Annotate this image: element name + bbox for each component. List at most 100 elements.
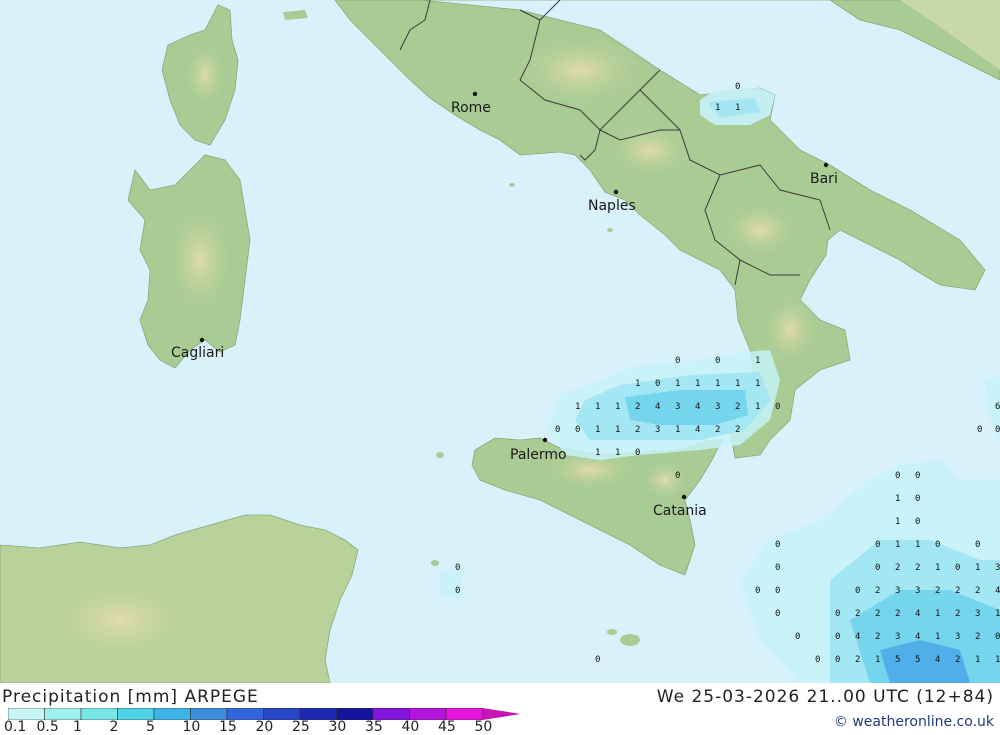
- city-label-naples: Naples: [588, 198, 636, 214]
- svg-text:4: 4: [695, 425, 700, 435]
- apennines-shade: [510, 30, 650, 110]
- map-title: Precipitation [mm] ARPEGE: [2, 687, 259, 707]
- svg-text:2: 2: [735, 425, 740, 435]
- svg-text:6: 6: [995, 402, 1000, 412]
- svg-text:1: 1: [915, 540, 920, 550]
- svg-text:3: 3: [915, 586, 920, 596]
- city-label-catania: Catania: [653, 503, 707, 519]
- svg-text:1: 1: [615, 448, 620, 458]
- svg-text:0: 0: [755, 586, 760, 596]
- svg-text:1: 1: [715, 379, 720, 389]
- svg-text:2: 2: [855, 655, 860, 665]
- svg-text:0: 0: [875, 563, 880, 573]
- svg-text:1: 1: [595, 402, 600, 412]
- svg-text:4: 4: [935, 655, 940, 665]
- city-label-palermo: Palermo: [510, 447, 567, 463]
- svg-text:0: 0: [995, 425, 1000, 435]
- svg-text:1: 1: [675, 425, 680, 435]
- svg-text:0: 0: [977, 425, 982, 435]
- svg-text:4: 4: [915, 609, 920, 619]
- svg-text:2: 2: [875, 632, 880, 642]
- svg-text:0: 0: [575, 425, 580, 435]
- svg-text:0: 0: [635, 448, 640, 458]
- svg-text:2: 2: [915, 563, 920, 573]
- svg-text:1: 1: [995, 609, 1000, 619]
- gozo: [607, 629, 617, 635]
- svg-text:1: 1: [615, 425, 620, 435]
- svg-text:1: 1: [575, 402, 580, 412]
- ustica: [436, 452, 444, 458]
- svg-text:0: 0: [715, 356, 720, 366]
- svg-text:1: 1: [895, 494, 900, 504]
- credit-link[interactable]: © weatheronline.co.uk: [834, 714, 994, 730]
- svg-text:1: 1: [755, 379, 760, 389]
- svg-text:1: 1: [895, 517, 900, 527]
- svg-text:2: 2: [715, 425, 720, 435]
- svg-text:3: 3: [655, 425, 660, 435]
- svg-text:1: 1: [755, 356, 760, 366]
- svg-text:0: 0: [995, 632, 1000, 642]
- svg-text:1: 1: [755, 402, 760, 412]
- svg-text:0: 0: [915, 494, 920, 504]
- map-datetime: We 25-03-2026 21..00 UTC (12+84): [656, 687, 994, 707]
- svg-text:2: 2: [635, 425, 640, 435]
- basilicata-shade: [720, 200, 800, 260]
- svg-text:2: 2: [895, 609, 900, 619]
- svg-text:3: 3: [675, 402, 680, 412]
- svg-text:0: 0: [455, 563, 460, 573]
- svg-text:1: 1: [675, 379, 680, 389]
- svg-text:0: 0: [835, 655, 840, 665]
- svg-text:2: 2: [635, 402, 640, 412]
- malta: [620, 634, 640, 646]
- svg-text:1: 1: [595, 425, 600, 435]
- svg-text:3: 3: [895, 586, 900, 596]
- svg-text:2: 2: [955, 655, 960, 665]
- svg-text:3: 3: [895, 632, 900, 642]
- svg-text:0: 0: [775, 586, 780, 596]
- svg-text:1: 1: [615, 402, 620, 412]
- svg-text:1: 1: [995, 655, 1000, 665]
- svg-text:1: 1: [875, 655, 880, 665]
- svg-text:2: 2: [975, 586, 980, 596]
- tunisia-shade: [30, 570, 210, 670]
- svg-text:3: 3: [955, 632, 960, 642]
- svg-text:3: 3: [975, 609, 980, 619]
- ponza: [509, 183, 515, 187]
- apennines-shade-2: [605, 120, 695, 180]
- svg-text:2: 2: [935, 586, 940, 596]
- svg-text:1: 1: [935, 563, 940, 573]
- svg-text:1: 1: [715, 103, 720, 113]
- svg-text:1: 1: [895, 540, 900, 550]
- svg-text:0: 0: [855, 586, 860, 596]
- svg-text:2: 2: [955, 586, 960, 596]
- svg-text:0: 0: [955, 563, 960, 573]
- svg-text:0: 0: [915, 471, 920, 481]
- svg-text:0: 0: [915, 517, 920, 527]
- svg-text:1: 1: [695, 379, 700, 389]
- svg-text:0: 0: [975, 540, 980, 550]
- svg-text:0: 0: [775, 563, 780, 573]
- svg-text:2: 2: [875, 609, 880, 619]
- svg-text:1: 1: [975, 655, 980, 665]
- footer-panel: Precipitation [mm] ARPEGE We 25-03-2026 …: [0, 683, 1000, 735]
- city-label-bari: Bari: [810, 171, 838, 187]
- svg-text:4: 4: [855, 632, 860, 642]
- svg-text:1: 1: [935, 609, 940, 619]
- capri: [607, 228, 613, 232]
- svg-text:0: 0: [775, 402, 780, 412]
- city-label-cagliari: Cagliari: [171, 345, 224, 361]
- svg-text:4: 4: [655, 402, 660, 412]
- svg-text:2: 2: [895, 563, 900, 573]
- svg-text:1: 1: [595, 448, 600, 458]
- svg-text:1: 1: [635, 379, 640, 389]
- svg-text:0: 0: [555, 425, 560, 435]
- svg-text:2: 2: [735, 402, 740, 412]
- sardinia-shade: [165, 200, 235, 320]
- svg-text:2: 2: [955, 609, 960, 619]
- svg-text:0: 0: [875, 540, 880, 550]
- svg-text:3: 3: [715, 402, 720, 412]
- svg-text:1: 1: [935, 632, 940, 642]
- svg-text:4: 4: [695, 402, 700, 412]
- svg-text:0: 0: [735, 82, 740, 92]
- svg-text:3: 3: [995, 563, 1000, 573]
